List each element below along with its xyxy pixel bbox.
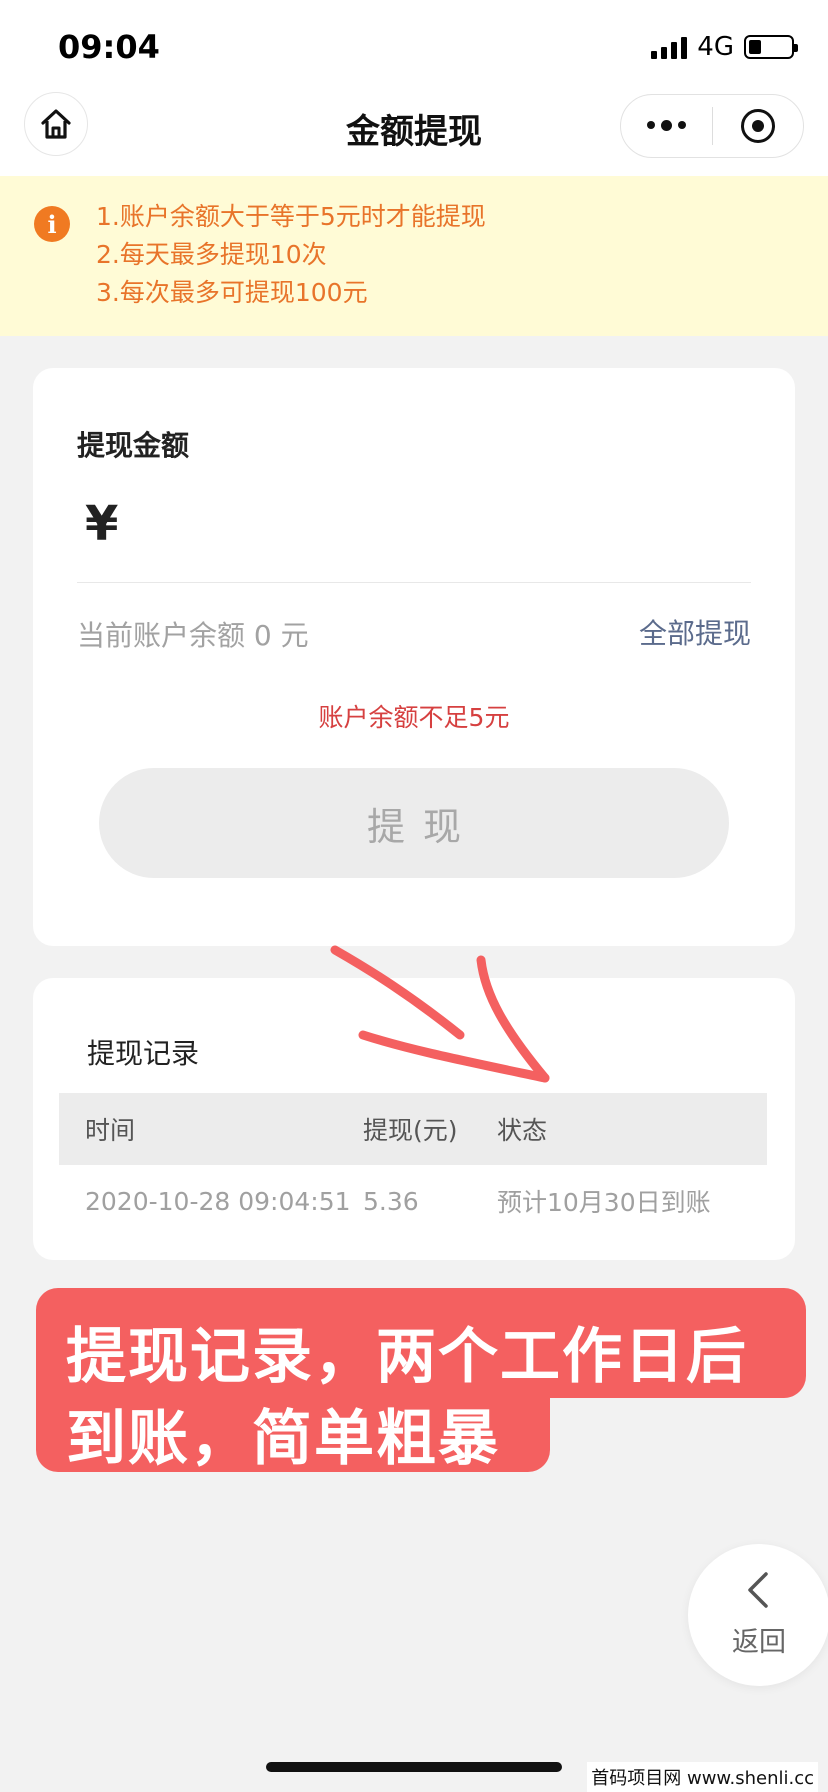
notice-line: 1.账户余额大于等于5元时才能提现 [96,202,486,231]
status-indicators: 4G [651,32,798,62]
balance-text: 当前账户余额 0 元 [77,619,309,652]
signal-icon [651,35,688,59]
status-bar: 09:04 4G [0,0,828,92]
withdraw-button[interactable]: 提现 [99,768,729,878]
info-icon: i [34,206,70,242]
notice-line: 3.每次最多可提现100元 [96,278,368,307]
table-row: 2020-10-28 09:04:51 5.36 预计10月30日到账 [59,1165,767,1237]
annotation-arrow-icon [330,945,550,1083]
records-table: 时间 提现(元) 状态 2020-10-28 09:04:51 5.36 预计1… [59,1093,767,1237]
status-time: 09:04 [58,28,160,66]
currency-symbol: ¥ [85,496,119,552]
records-title: 提现记录 [87,1037,200,1070]
notice-banner: i 1.账户余额大于等于5元时才能提现 2.每天最多提现10次 3.每次最多可提… [0,176,828,336]
table-header: 时间 提现(元) 状态 [59,1093,767,1165]
annotation-line-2: 到账，简单粗暴 [66,1404,500,1474]
withdraw-card: 提现金额 ¥ 当前账户余额 0 元 全部提现 账户余额不足5元 提现 [33,368,795,946]
annotation-line-1: 提现记录，两个工作日后 [66,1322,748,1392]
battery-icon [744,35,798,59]
network-type: 4G [697,32,734,62]
error-message: 账户余额不足5元 [318,703,510,732]
home-indicator [266,1762,562,1772]
cell-status: 预计10月30日到账 [497,1188,711,1217]
nav-bar: 金额提现 [0,92,828,176]
amount-input[interactable] [143,498,743,558]
back-label: 返回 [732,1627,786,1658]
close-button[interactable] [713,109,804,143]
withdraw-amount-label: 提现金额 [77,429,190,462]
cell-time: 2020-10-28 09:04:51 [85,1186,351,1216]
header-status: 状态 [497,1116,548,1145]
back-button[interactable]: 返回 [688,1544,828,1686]
close-target-icon [740,109,775,143]
cell-amount: 5.36 [363,1186,419,1216]
header-amount: 提现(元) [363,1116,458,1145]
notice-line: 2.每天最多提现10次 [96,240,327,269]
header-time: 时间 [85,1116,136,1145]
divider [77,582,751,583]
more-dots-icon [646,121,655,129]
notice-lines: 1.账户余额大于等于5元时才能提现 2.每天最多提现10次 3.每次最多可提现1… [96,198,486,312]
withdraw-all-link[interactable]: 全部提现 [639,612,751,652]
miniprogram-capsule [620,94,804,158]
watermark: 首码项目网 www.shenli.cc [587,1762,818,1792]
chevron-left-icon [748,1572,768,1608]
more-button[interactable] [621,120,712,131]
